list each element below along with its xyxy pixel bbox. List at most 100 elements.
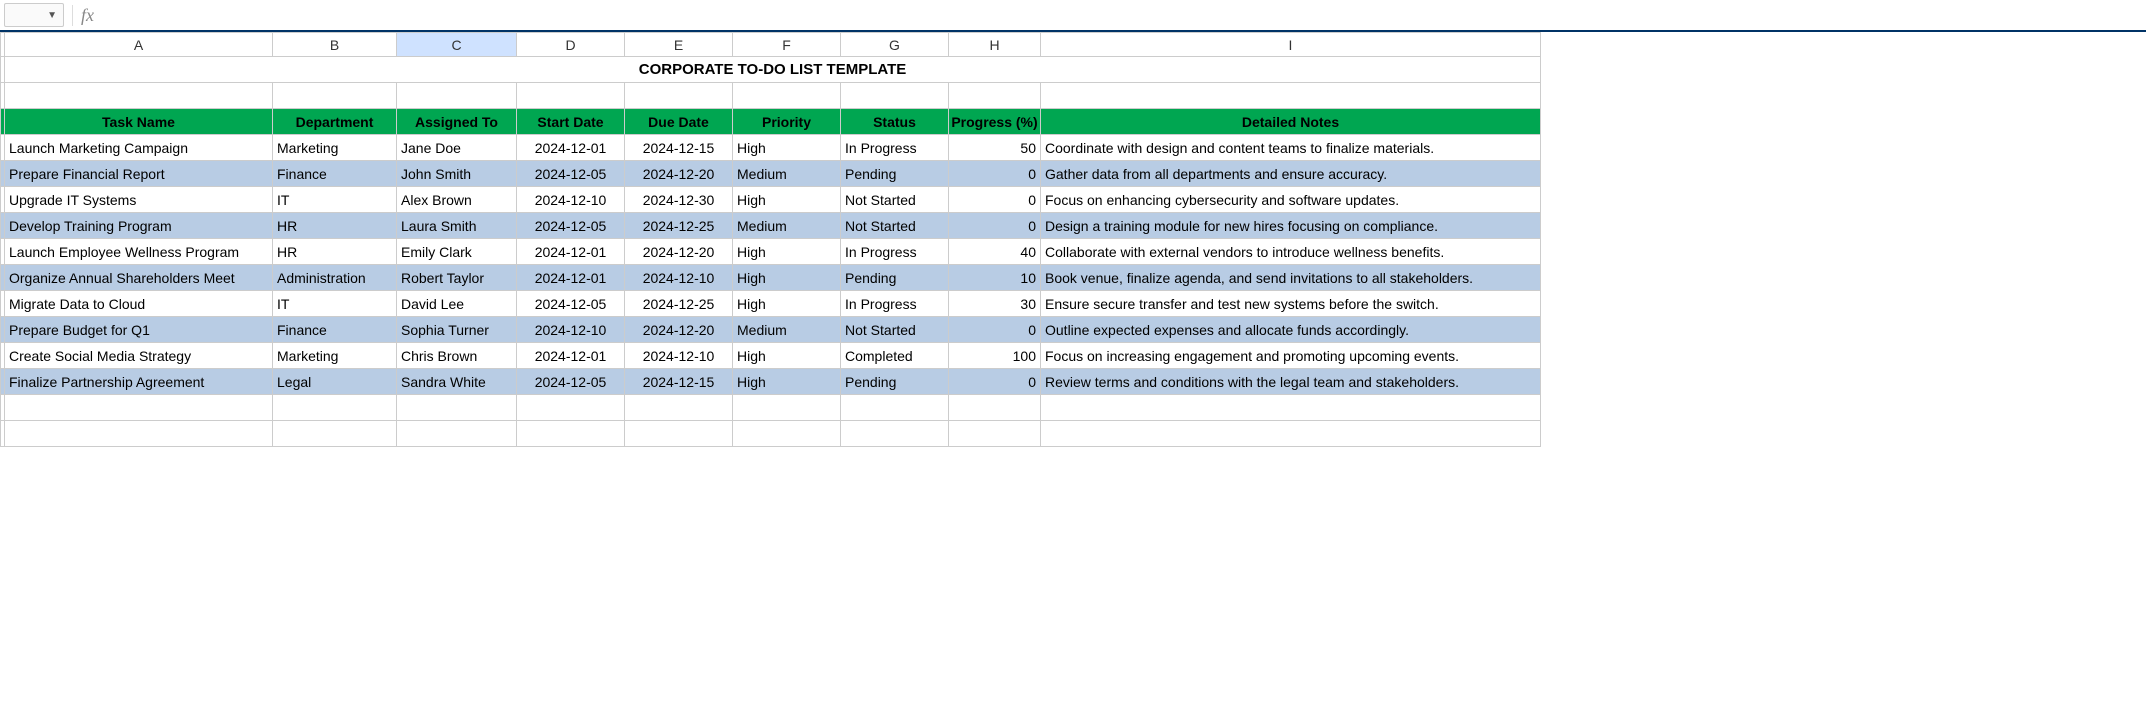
cell-status[interactable]: Not Started: [841, 187, 949, 213]
cell-assigned[interactable]: David Lee: [397, 291, 517, 317]
cell-priority[interactable]: Medium: [733, 213, 841, 239]
cell[interactable]: [397, 83, 517, 109]
cell-assigned[interactable]: Alex Brown: [397, 187, 517, 213]
cell-task[interactable]: Prepare Financial Report: [5, 161, 273, 187]
cell-assigned[interactable]: Jane Doe: [397, 135, 517, 161]
cell-due[interactable]: 2024-12-25: [625, 291, 733, 317]
cell[interactable]: [1041, 421, 1541, 447]
cell-assigned[interactable]: Robert Taylor: [397, 265, 517, 291]
cell-task[interactable]: Finalize Partnership Agreement: [5, 369, 273, 395]
cell-notes[interactable]: Coordinate with design and content teams…: [1041, 135, 1541, 161]
cell-priority[interactable]: High: [733, 187, 841, 213]
cell-notes[interactable]: Focus on increasing engagement and promo…: [1041, 343, 1541, 369]
cell-notes[interactable]: Book venue, finalize agenda, and send in…: [1041, 265, 1541, 291]
cell[interactable]: [1041, 395, 1541, 421]
cell[interactable]: [5, 395, 273, 421]
sheet-title[interactable]: CORPORATE TO-DO LIST TEMPLATE: [5, 57, 1541, 83]
cell-assigned[interactable]: Chris Brown: [397, 343, 517, 369]
cell[interactable]: [841, 83, 949, 109]
cell-priority[interactable]: High: [733, 343, 841, 369]
cell[interactable]: [397, 395, 517, 421]
cell-status[interactable]: Completed: [841, 343, 949, 369]
cell-due[interactable]: 2024-12-10: [625, 265, 733, 291]
cell-notes[interactable]: Review terms and conditions with the leg…: [1041, 369, 1541, 395]
cell-dept[interactable]: HR: [273, 213, 397, 239]
cell-priority[interactable]: High: [733, 369, 841, 395]
formula-input[interactable]: [98, 3, 2142, 27]
cell-progress[interactable]: 0: [949, 161, 1041, 187]
name-box[interactable]: ▼: [4, 3, 64, 27]
cell-task[interactable]: Create Social Media Strategy: [5, 343, 273, 369]
cell[interactable]: [949, 395, 1041, 421]
cell[interactable]: [733, 421, 841, 447]
cell-dept[interactable]: Finance: [273, 317, 397, 343]
cell[interactable]: [625, 421, 733, 447]
cell-dept[interactable]: Marketing: [273, 135, 397, 161]
cell-dept[interactable]: HR: [273, 239, 397, 265]
cell-start[interactable]: 2024-12-05: [517, 291, 625, 317]
cell-progress[interactable]: 40: [949, 239, 1041, 265]
cell-task[interactable]: Launch Employee Wellness Program: [5, 239, 273, 265]
cell[interactable]: [397, 421, 517, 447]
cell-notes[interactable]: Gather data from all departments and ens…: [1041, 161, 1541, 187]
cell[interactable]: [625, 395, 733, 421]
cell[interactable]: [625, 83, 733, 109]
cell-task[interactable]: Launch Marketing Campaign: [5, 135, 273, 161]
cell-start[interactable]: 2024-12-01: [517, 265, 625, 291]
cell-dept[interactable]: Finance: [273, 161, 397, 187]
cell[interactable]: [517, 421, 625, 447]
cell-status[interactable]: In Progress: [841, 291, 949, 317]
cell-start[interactable]: 2024-12-10: [517, 187, 625, 213]
cell-due[interactable]: 2024-12-20: [625, 239, 733, 265]
cell-task[interactable]: Develop Training Program: [5, 213, 273, 239]
header-cell[interactable]: Priority: [733, 109, 841, 135]
cell-start[interactable]: 2024-12-01: [517, 135, 625, 161]
cell-dept[interactable]: Legal: [273, 369, 397, 395]
cell-assigned[interactable]: Emily Clark: [397, 239, 517, 265]
cell-assigned[interactable]: John Smith: [397, 161, 517, 187]
header-cell[interactable]: Due Date: [625, 109, 733, 135]
cell[interactable]: [5, 421, 273, 447]
cell[interactable]: [273, 395, 397, 421]
cell-start[interactable]: 2024-12-05: [517, 369, 625, 395]
cell-notes[interactable]: Focus on enhancing cybersecurity and sof…: [1041, 187, 1541, 213]
col-header-F[interactable]: F: [733, 33, 841, 57]
cell-notes[interactable]: Outline expected expenses and allocate f…: [1041, 317, 1541, 343]
cell[interactable]: [1041, 83, 1541, 109]
header-cell[interactable]: Detailed Notes: [1041, 109, 1541, 135]
col-header-G[interactable]: G: [841, 33, 949, 57]
cell[interactable]: [273, 421, 397, 447]
cell-progress[interactable]: 100: [949, 343, 1041, 369]
cell-notes[interactable]: Ensure secure transfer and test new syst…: [1041, 291, 1541, 317]
cell[interactable]: [841, 395, 949, 421]
header-cell[interactable]: Department: [273, 109, 397, 135]
cell[interactable]: [517, 395, 625, 421]
cell-priority[interactable]: High: [733, 265, 841, 291]
cell-due[interactable]: 2024-12-10: [625, 343, 733, 369]
cell-status[interactable]: Not Started: [841, 317, 949, 343]
cell-priority[interactable]: High: [733, 135, 841, 161]
cell-notes[interactable]: Collaborate with external vendors to int…: [1041, 239, 1541, 265]
cell-due[interactable]: 2024-12-20: [625, 161, 733, 187]
cell[interactable]: [273, 83, 397, 109]
cell-start[interactable]: 2024-12-10: [517, 317, 625, 343]
cell-status[interactable]: Pending: [841, 161, 949, 187]
col-header-C[interactable]: C: [397, 33, 517, 57]
header-cell[interactable]: Task Name: [5, 109, 273, 135]
cell[interactable]: [517, 83, 625, 109]
cell-due[interactable]: 2024-12-15: [625, 135, 733, 161]
cell[interactable]: [841, 421, 949, 447]
cell-notes[interactable]: Design a training module for new hires f…: [1041, 213, 1541, 239]
cell-dept[interactable]: Marketing: [273, 343, 397, 369]
cell-dept[interactable]: IT: [273, 187, 397, 213]
cell-start[interactable]: 2024-12-05: [517, 161, 625, 187]
cell-assigned[interactable]: Sandra White: [397, 369, 517, 395]
cell[interactable]: [949, 83, 1041, 109]
cell-dept[interactable]: IT: [273, 291, 397, 317]
cell-task[interactable]: Prepare Budget for Q1: [5, 317, 273, 343]
cell-progress[interactable]: 0: [949, 317, 1041, 343]
header-cell[interactable]: Status: [841, 109, 949, 135]
cell-status[interactable]: Not Started: [841, 213, 949, 239]
cell-status[interactable]: Pending: [841, 369, 949, 395]
cell-due[interactable]: 2024-12-15: [625, 369, 733, 395]
